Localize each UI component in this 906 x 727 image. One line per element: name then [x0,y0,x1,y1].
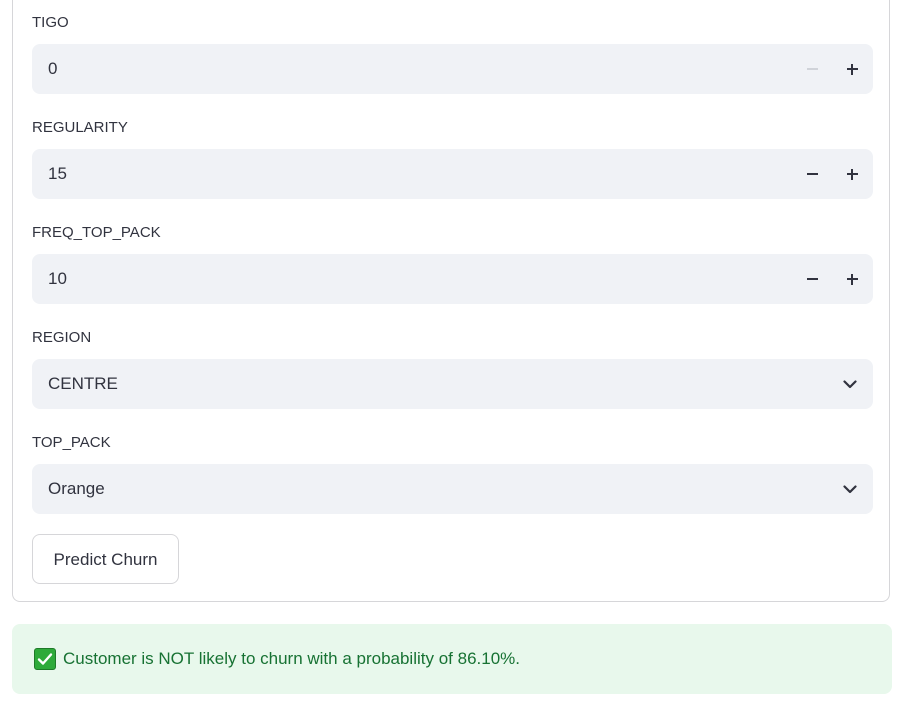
regularity-label: REGULARITY [32,119,128,136]
tigo-increment-button[interactable] [832,44,872,94]
tigo-value[interactable]: 0 [48,44,57,94]
top-pack-select[interactable]: Orange [32,464,873,514]
tigo-label: TIGO [32,14,69,31]
tigo-number-input[interactable]: 0 [32,44,873,94]
freq-top-pack-label: FREQ_TOP_PACK [32,224,161,241]
region-select[interactable]: CENTRE [32,359,873,409]
top-pack-label: TOP_PACK [32,434,111,451]
success-alert: Customer is NOT likely to churn with a p… [12,624,892,694]
minus-icon [806,68,818,70]
check-box-icon [34,648,56,670]
top-pack-selected-value[interactable]: Orange [48,464,105,514]
regularity-value[interactable]: 15 [48,149,67,199]
regularity-decrement-button[interactable] [792,149,832,199]
tigo-decrement-button[interactable] [792,44,832,94]
chevron-down-icon[interactable] [843,464,857,514]
regularity-increment-button[interactable] [832,149,872,199]
plus-icon [846,273,858,285]
predict-churn-button[interactable]: Predict Churn [32,534,179,584]
minus-icon [806,173,818,175]
plus-icon [846,63,858,75]
regularity-number-input[interactable]: 15 [32,149,873,199]
region-selected-value[interactable]: CENTRE [48,359,118,409]
freq-top-pack-number-input[interactable]: 10 [32,254,873,304]
freq-top-pack-decrement-button[interactable] [792,254,832,304]
freq-top-pack-value[interactable]: 10 [48,254,67,304]
prediction-form: TIGO 0 REGULARITY 15 FREQ_TOP_PACK 10 RE… [12,0,890,602]
freq-top-pack-increment-button[interactable] [832,254,872,304]
alert-message: Customer is NOT likely to churn with a p… [63,649,520,668]
region-label: REGION [32,329,92,346]
chevron-down-icon[interactable] [843,359,857,409]
minus-icon [806,278,818,280]
plus-icon [846,168,858,180]
